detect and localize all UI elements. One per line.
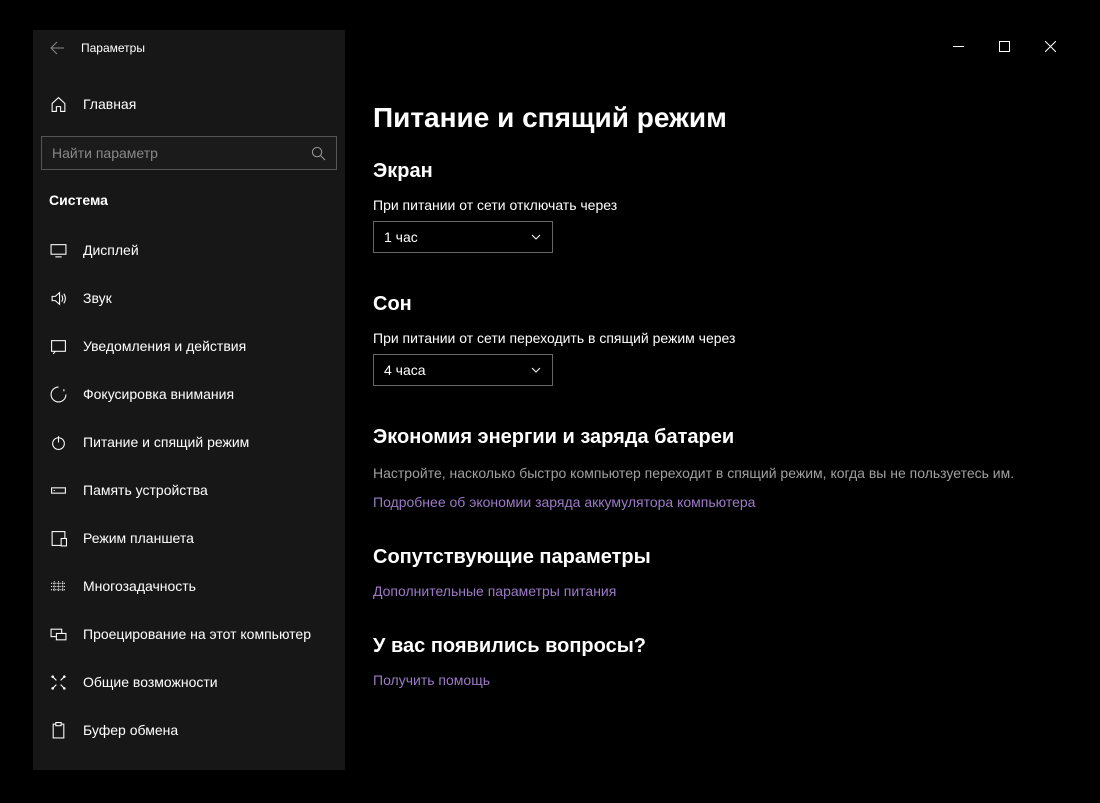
sidebar-item-label: Режим планшета	[83, 530, 194, 546]
focus-icon	[49, 386, 67, 403]
section-help-heading: У вас появились вопросы?	[373, 635, 1045, 658]
maximize-icon	[999, 41, 1010, 52]
sidebar-item-label: Фокусировка внимания	[83, 386, 234, 402]
titlebar-left: Параметры	[33, 30, 345, 66]
content-area: Питание и спящий режим Экран При питании…	[345, 66, 1073, 770]
sidebar-nav-list: Дисплей Звук Уведомления и действия	[41, 226, 337, 754]
sidebar-item-project[interactable]: Проецирование на этот компьютер	[41, 610, 337, 658]
notifications-icon	[49, 338, 67, 355]
battery-text: Настройте, насколько быстро компьютер пе…	[373, 463, 1033, 484]
multitask-icon	[49, 578, 67, 595]
sidebar-item-display[interactable]: Дисплей	[41, 226, 337, 274]
sound-icon	[49, 290, 67, 307]
chevron-down-icon	[530, 364, 542, 376]
window-body: Главная Система Дисплей	[33, 66, 1073, 770]
close-icon	[1045, 41, 1056, 52]
get-help-link[interactable]: Получить помощь	[373, 672, 1045, 688]
section-sleep-heading: Сон	[373, 293, 1045, 316]
sidebar-item-tablet[interactable]: Режим планшета	[41, 514, 337, 562]
search-box[interactable]	[41, 136, 337, 170]
minimize-icon	[953, 41, 964, 52]
sleep-value: 4 часа	[384, 362, 426, 378]
screen-off-value: 1 час	[384, 229, 418, 245]
minimize-button[interactable]	[935, 30, 981, 62]
screen-off-select[interactable]: 1 час	[373, 221, 553, 253]
sidebar-item-label: Память устройства	[83, 482, 208, 498]
page-title: Питание и спящий режим	[373, 102, 1045, 134]
sidebar-item-label: Общие возможности	[83, 674, 218, 690]
section-battery-heading: Экономия энергии и заряда батареи	[373, 426, 1045, 449]
sidebar-item-notifications[interactable]: Уведомления и действия	[41, 322, 337, 370]
display-icon	[49, 242, 67, 259]
app-title: Параметры	[81, 41, 145, 55]
maximize-button[interactable]	[981, 30, 1027, 62]
sidebar-item-label: Звук	[83, 290, 112, 306]
storage-icon	[49, 482, 67, 499]
power-icon	[49, 434, 67, 451]
settings-window: Параметры Главная	[33, 30, 1073, 770]
sidebar-item-clipboard[interactable]: Буфер обмена	[41, 706, 337, 754]
project-icon	[49, 626, 67, 643]
sidebar-item-power[interactable]: Питание и спящий режим	[41, 418, 337, 466]
sidebar-item-focus[interactable]: Фокусировка внимания	[41, 370, 337, 418]
clipboard-icon	[49, 722, 67, 739]
back-button[interactable]	[39, 30, 75, 66]
sidebar-item-label: Дисплей	[83, 242, 139, 258]
back-arrow-icon	[49, 40, 65, 56]
sidebar-item-shared[interactable]: Общие возможности	[41, 658, 337, 706]
battery-learn-link[interactable]: Подробнее об экономии заряда аккумулятор…	[373, 494, 1045, 510]
sidebar-item-label: Проецирование на этот компьютер	[83, 626, 311, 642]
related-link[interactable]: Дополнительные параметры питания	[373, 583, 1045, 599]
sleep-label: При питании от сети переходить в спящий …	[373, 330, 1045, 346]
sidebar-item-sound[interactable]: Звук	[41, 274, 337, 322]
sidebar-item-label: Питание и спящий режим	[83, 434, 249, 450]
sidebar-item-storage[interactable]: Память устройства	[41, 466, 337, 514]
search-input[interactable]	[52, 145, 282, 161]
window-controls	[935, 30, 1073, 62]
screen-off-label: При питании от сети отключать через	[373, 197, 1045, 213]
sidebar: Главная Система Дисплей	[33, 66, 345, 770]
shared-icon	[49, 674, 67, 691]
sidebar-item-label: Уведомления и действия	[83, 338, 246, 354]
sidebar-item-label: Многозадачность	[83, 578, 196, 594]
home-icon	[49, 96, 67, 113]
sleep-select[interactable]: 4 часа	[373, 354, 553, 386]
sidebar-item-label: Буфер обмена	[83, 722, 178, 738]
tablet-icon	[49, 530, 67, 547]
section-related-heading: Сопутствующие параметры	[373, 546, 1045, 569]
sidebar-home[interactable]: Главная	[41, 84, 337, 124]
close-button[interactable]	[1027, 30, 1073, 62]
search-icon	[311, 146, 326, 161]
chevron-down-icon	[530, 231, 542, 243]
sidebar-item-multitask[interactable]: Многозадачность	[41, 562, 337, 610]
sidebar-category-label: Система	[41, 188, 337, 226]
titlebar: Параметры	[33, 30, 1073, 66]
section-screen-heading: Экран	[373, 160, 1045, 183]
sidebar-home-label: Главная	[83, 96, 136, 112]
